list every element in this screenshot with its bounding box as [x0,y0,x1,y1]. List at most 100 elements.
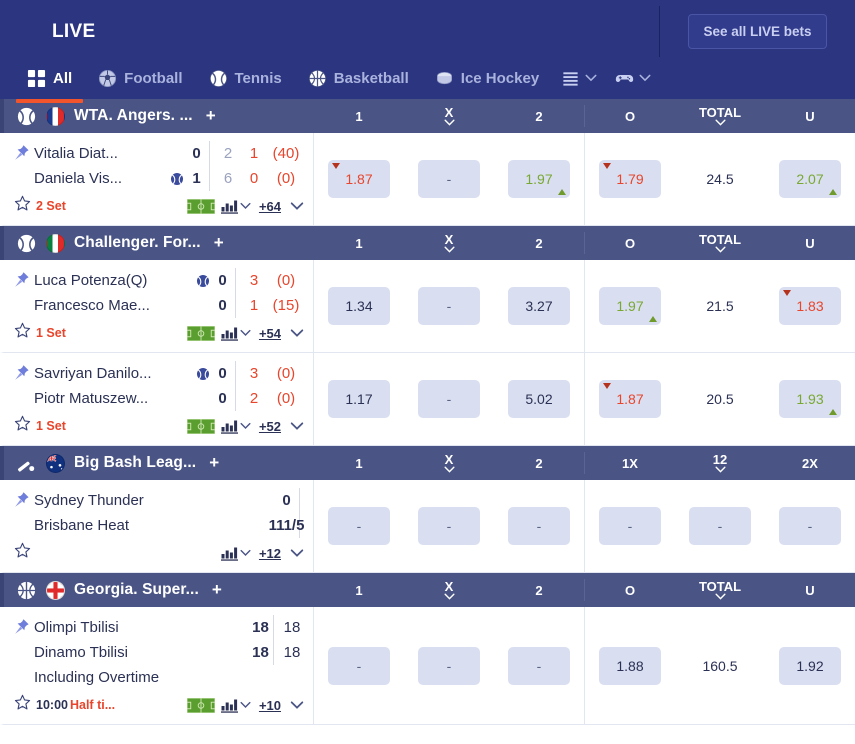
league-header[interactable]: Big Bash Leag... + 1 X 2 1X 12 2X [0,446,855,480]
odds-button[interactable]: - [599,507,661,545]
bar-chart-icon[interactable] [220,199,238,214]
bar-chart-icon[interactable] [220,698,238,713]
odds-column-header[interactable]: X [404,452,494,474]
odds-column-header[interactable]: O [585,232,675,254]
tab-football[interactable]: Football [85,57,195,99]
odds-button[interactable]: 1.79 [599,160,661,198]
statistics-button[interactable] [220,546,251,561]
expand-chevron-icon[interactable] [289,418,305,434]
league-header[interactable]: WTA. Angers. ... + 1 X 2 O TOTAL U [0,99,855,133]
pin-button[interactable] [14,361,34,411]
odds-column-header[interactable]: X [404,105,494,127]
match-row[interactable]: Olimpi Tbilisi Dinamo Tbilisi 18 18 18 1… [0,607,855,725]
odds-button[interactable]: 2.07 [779,160,841,198]
favorite-button[interactable] [14,195,34,217]
statistics-button[interactable] [220,199,251,214]
odds-button[interactable]: 1.97 [508,160,570,198]
star-icon[interactable] [14,322,31,339]
odds-button[interactable]: 1.87 [599,380,661,418]
odds-column-header[interactable]: O [585,105,675,127]
league-header[interactable]: Challenger. For... + 1 X 2 O TOTAL U [0,226,855,260]
pin-button[interactable] [14,268,34,318]
tab-gamepad-icon[interactable] [606,57,660,99]
statistics-button[interactable] [220,326,251,341]
chevron-down-icon[interactable] [240,701,251,709]
odds-column-header[interactable]: 1 [314,452,404,474]
more-markets-count[interactable]: +64 [257,199,283,214]
odds-button[interactable]: 1.97 [599,287,661,325]
expand-chevron-icon[interactable] [289,325,305,341]
odds-column-header[interactable]: O [585,579,675,601]
league-title-area[interactable]: Georgia. Super... + [4,580,314,601]
odds-column-header[interactable]: 2 [494,452,584,474]
bar-chart-icon[interactable] [220,419,238,434]
statistics-button[interactable] [220,698,251,713]
pin-icon[interactable] [14,618,30,635]
pin-icon[interactable] [14,364,30,381]
pin-icon[interactable] [14,491,30,508]
league-add-button[interactable]: + [206,106,216,126]
pitch-icon[interactable] [186,418,215,434]
odds-column-header[interactable]: TOTAL [675,232,765,254]
pitch-icon[interactable] [186,325,215,341]
odds-column-header[interactable]: X [404,579,494,601]
odds-column-header[interactable]: X [404,232,494,254]
odds-column-header[interactable]: 2X [765,452,855,474]
chevron-down-icon[interactable] [240,422,251,430]
odds-button[interactable]: 1.88 [599,646,661,685]
odds-column-header[interactable]: 2 [494,232,584,254]
pitch-icon[interactable] [186,198,215,214]
odds-button[interactable]: - [328,646,390,685]
more-markets-count[interactable]: +54 [257,326,283,341]
more-markets-count[interactable]: +10 [257,698,283,713]
odds-column-header[interactable]: U [765,232,855,254]
pitch-icon[interactable] [186,697,215,713]
odds-button[interactable]: 1.92 [779,646,841,685]
league-add-button[interactable]: + [212,580,222,600]
odds-column-header[interactable]: 2 [494,579,584,601]
odds-button[interactable]: 1.34 [328,287,390,325]
match-row[interactable]: Sydney Thunder Brisbane Heat 0 111/5 +12… [0,480,855,573]
league-title-area[interactable]: WTA. Angers. ... + [4,106,314,127]
odds-button[interactable]: - [508,646,570,685]
favorite-button[interactable] [14,542,34,564]
odds-button[interactable]: 5.02 [508,380,570,418]
pin-icon[interactable] [14,144,30,161]
odds-column-header[interactable]: U [765,105,855,127]
match-row[interactable]: Vitalia Diat... Daniela Vis... 0 1 2 6 1… [0,133,855,226]
bar-chart-icon[interactable] [220,326,238,341]
odds-column-header[interactable]: 1 [314,232,404,254]
pin-icon[interactable] [14,271,30,288]
odds-button[interactable]: 1.83 [779,287,841,325]
league-header[interactable]: Georgia. Super... + 1 X 2 O TOTAL U [0,573,855,607]
odds-button[interactable]: 3.27 [508,287,570,325]
odds-column-header[interactable]: TOTAL [675,105,765,127]
statistics-button[interactable] [220,419,251,434]
odds-button[interactable]: - [418,287,480,325]
more-markets-count[interactable]: +12 [257,546,283,561]
tab-all[interactable]: All [14,57,85,103]
see-all-live-bets-button[interactable]: See all LIVE bets [688,14,827,49]
odds-button[interactable]: - [418,160,480,198]
star-icon[interactable] [14,415,31,432]
odds-button[interactable]: - [689,507,751,545]
odds-column-header[interactable]: 1X [585,452,675,474]
odds-button[interactable]: - [328,507,390,545]
odds-button[interactable]: - [508,507,570,545]
odds-button[interactable]: 1.93 [779,380,841,418]
odds-button[interactable]: - [418,507,480,545]
odds-button[interactable]: - [779,507,841,545]
star-icon[interactable] [14,195,31,212]
chevron-down-icon[interactable] [240,202,251,210]
match-row[interactable]: Luca Potenza(Q) Francesco Mae... 0 0 3 1 [0,260,855,353]
favorite-button[interactable] [14,415,34,437]
more-markets-count[interactable]: +52 [257,419,283,434]
odds-column-header[interactable]: U [765,579,855,601]
tab-tennis[interactable]: Tennis [196,57,295,99]
match-row[interactable]: Savriyan Danilo... Piotr Matuszew... 0 0… [0,353,855,446]
odds-button[interactable]: 1.87 [328,160,390,198]
tab-list-menu-icon[interactable] [552,57,606,99]
league-add-button[interactable]: + [209,453,219,473]
chevron-down-icon[interactable] [240,549,251,557]
odds-column-header[interactable]: 1 [314,105,404,127]
